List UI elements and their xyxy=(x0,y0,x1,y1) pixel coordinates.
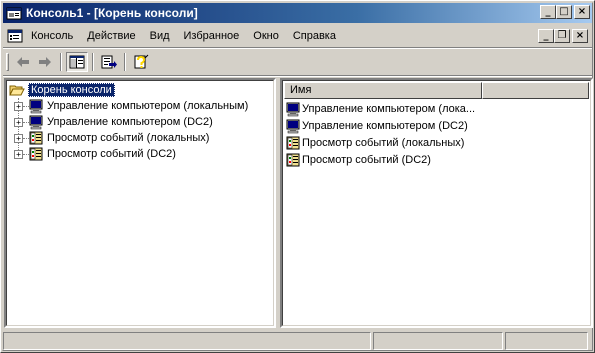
list-item[interactable]: Просмотр событий (локальных) xyxy=(285,134,588,151)
forward-arrow-icon xyxy=(39,57,51,67)
child-close-button[interactable]: × xyxy=(572,29,588,43)
expand-button[interactable]: + xyxy=(14,150,23,159)
mmc-window: Консоль1 - [Корень консоли] _ □ × Консол… xyxy=(0,0,595,353)
column-header-name[interactable]: Имя xyxy=(284,82,482,99)
result-pane[interactable]: Имя Управление компьютером (лока... Упра… xyxy=(280,78,593,328)
folder-open-icon xyxy=(9,82,25,98)
toolbar xyxy=(3,50,592,74)
show-hide-tree-button[interactable] xyxy=(66,52,88,72)
list-item-label: Управление компьютером (DC2) xyxy=(302,119,468,132)
tree-item-label: Просмотр событий (DC2) xyxy=(47,148,176,160)
tree-item-event-viewer-local[interactable]: + Просмотр событий (локальных) xyxy=(9,130,271,146)
computer-management-icon xyxy=(285,118,301,134)
toolbar-grip[interactable] xyxy=(6,53,9,71)
list-item[interactable]: Просмотр событий (DC2) xyxy=(285,151,588,168)
child-restore-button[interactable]: ❐ xyxy=(554,29,570,43)
menu-favorites[interactable]: Избранное xyxy=(177,27,247,45)
close-button[interactable]: × xyxy=(574,5,590,19)
mmc-console-icon xyxy=(6,5,22,21)
forward-button[interactable] xyxy=(34,52,56,72)
status-cell-3 xyxy=(505,332,588,350)
window-title: Консоль1 - [Корень консоли] xyxy=(26,6,198,20)
console-tree-icon[interactable] xyxy=(6,27,24,45)
event-viewer-icon xyxy=(285,135,301,151)
export-list-button[interactable] xyxy=(98,52,120,72)
list-item[interactable]: Управление компьютером (DC2) xyxy=(285,117,588,134)
child-minimize-button[interactable]: _ xyxy=(538,29,554,43)
event-viewer-icon xyxy=(28,146,44,162)
status-bar xyxy=(3,332,592,351)
tree-item-computer-management-dc2[interactable]: + Управление компьютером (DC2) xyxy=(9,114,271,130)
expand-button[interactable]: + xyxy=(14,102,23,111)
list-item-label: Управление компьютером (лока... xyxy=(302,102,476,115)
menu-bar: Консоль Действие Вид Избранное Окно Спра… xyxy=(3,25,592,47)
list-header: Имя xyxy=(284,82,589,99)
expand-button[interactable]: + xyxy=(14,134,23,143)
menu-separator xyxy=(3,47,592,49)
help-icon xyxy=(134,54,149,69)
menu-console[interactable]: Консоль xyxy=(24,27,80,45)
menu-window[interactable]: Окно xyxy=(246,27,286,45)
console-tree: Корень консоли + Управление компьютером … xyxy=(9,82,271,162)
maximize-button[interactable]: □ xyxy=(556,5,572,19)
back-arrow-icon xyxy=(17,57,29,67)
tree-root-label: Корень консоли xyxy=(28,83,115,97)
status-cell-main xyxy=(3,332,371,350)
menu-action[interactable]: Действие xyxy=(80,27,142,45)
computer-management-icon xyxy=(285,101,301,117)
computer-management-icon xyxy=(28,114,44,130)
help-button[interactable] xyxy=(130,52,152,72)
list-item[interactable]: Управление компьютером (лока... xyxy=(285,100,588,117)
show-hide-tree-icon xyxy=(69,55,85,69)
expand-button[interactable]: + xyxy=(14,118,23,127)
result-list: Управление компьютером (лока... Управлен… xyxy=(285,100,588,168)
computer-management-icon xyxy=(28,98,44,114)
tree-item-label: Управление компьютером (локальным) xyxy=(47,100,249,112)
list-item-label: Просмотр событий (локальных) xyxy=(302,136,465,149)
console-tree-pane[interactable]: Корень консоли + Управление компьютером … xyxy=(4,78,276,328)
event-viewer-icon xyxy=(28,130,44,146)
minimize-button[interactable]: _ xyxy=(540,5,556,19)
status-cell-2 xyxy=(373,332,503,350)
menu-view[interactable]: Вид xyxy=(143,27,177,45)
back-button[interactable] xyxy=(12,52,34,72)
menu-help[interactable]: Справка xyxy=(286,27,343,45)
tree-root-item[interactable]: Корень консоли xyxy=(9,82,271,98)
list-item-label: Просмотр событий (DC2) xyxy=(302,153,431,166)
column-header-empty[interactable] xyxy=(482,82,589,99)
tree-item-label: Просмотр событий (локальных) xyxy=(47,132,210,144)
tree-item-label: Управление компьютером (DC2) xyxy=(47,116,213,128)
tree-item-event-viewer-dc2[interactable]: + Просмотр событий (DC2) xyxy=(9,146,271,162)
export-list-icon xyxy=(101,55,117,69)
event-viewer-icon xyxy=(285,152,301,168)
tree-item-computer-management-local[interactable]: + Управление компьютером (локальным) xyxy=(9,98,271,114)
title-bar[interactable]: Консоль1 - [Корень консоли] _ □ × xyxy=(3,3,592,23)
